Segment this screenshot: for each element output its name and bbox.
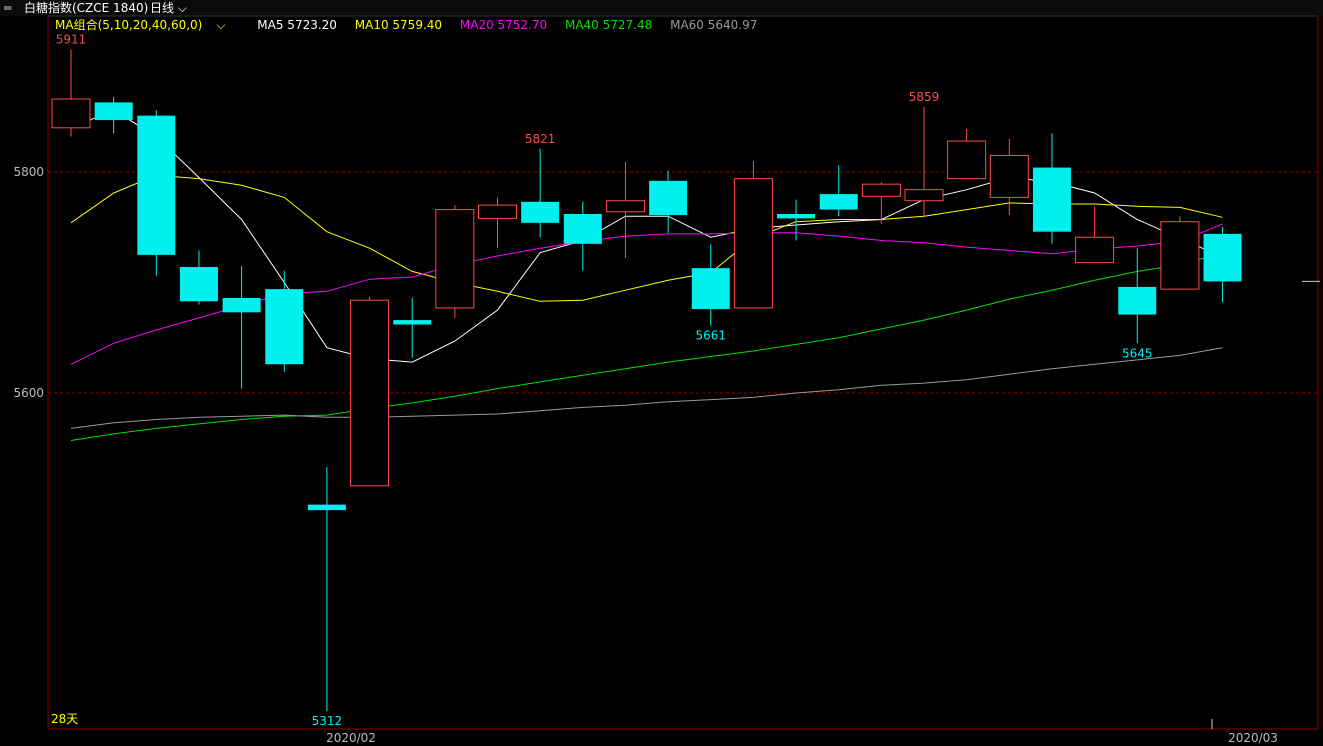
candle-body [393, 320, 432, 325]
candle-body [1203, 233, 1242, 282]
candle [649, 170, 688, 233]
candle-body [1118, 286, 1157, 315]
candle-body [649, 180, 688, 216]
candle-body [265, 289, 304, 365]
candle-body [989, 154, 1029, 198]
candle-body [605, 200, 645, 213]
candlestick-chart[interactable]: 5800 5600 2020/02 2020/03 28天 5911 5312 5821 566… [0, 0, 1323, 746]
candle [605, 162, 645, 259]
annotation-low: 5645 [1122, 346, 1153, 360]
candle-body [350, 299, 390, 487]
candle-body [819, 194, 858, 210]
annotation-low: 5312 [312, 714, 343, 728]
candle-body [861, 183, 901, 197]
days-label: 28天 [51, 712, 78, 726]
candle [265, 270, 304, 373]
candle-body [1032, 167, 1071, 232]
candle [435, 205, 475, 318]
candle [94, 96, 133, 134]
candle-body [435, 209, 475, 309]
candle [563, 201, 602, 271]
candle-body [137, 115, 176, 255]
candle-body [521, 201, 560, 223]
candle [1032, 133, 1071, 244]
y-tick-label: 5600 [13, 386, 44, 400]
candle [350, 296, 390, 487]
ma-line-ma5 [70, 109, 1223, 363]
ma-line-ma60 [70, 347, 1223, 429]
candle-body [947, 140, 987, 180]
candle [478, 197, 517, 249]
candle [393, 297, 432, 358]
candle-body [904, 189, 944, 202]
candle [1118, 248, 1157, 344]
candle-body [478, 204, 517, 219]
ma-line-ma40 [70, 252, 1223, 441]
annotation-high: 5859 [909, 90, 940, 104]
annotation-high: 5821 [525, 132, 556, 146]
candle-body [563, 213, 602, 244]
y-tick-label: 5800 [13, 165, 44, 179]
candle [307, 467, 346, 712]
candle [179, 250, 218, 305]
x-tick-label: 2020/02 [326, 731, 376, 745]
candle [904, 106, 944, 218]
candle [777, 199, 816, 241]
x-tick-label: 2020/03 [1228, 731, 1278, 745]
candle-body [777, 213, 816, 219]
candle-body [51, 98, 91, 129]
candle-body [307, 504, 346, 511]
candle [521, 148, 560, 238]
candle [137, 110, 176, 276]
candle [51, 49, 91, 137]
candle-body [691, 268, 730, 310]
candle-body [94, 102, 133, 121]
candle-body [179, 267, 218, 302]
candle [1203, 227, 1242, 303]
candle [691, 243, 730, 326]
candle [222, 265, 261, 389]
ma-line-ma20 [70, 223, 1223, 365]
candle [1075, 206, 1115, 264]
candle [861, 181, 901, 224]
candle-body [1075, 236, 1115, 264]
candle-body [222, 297, 261, 313]
annotation-high: 5911 [56, 32, 87, 46]
candle [947, 128, 987, 180]
candle [1160, 216, 1200, 290]
candle [733, 160, 773, 309]
candle-body [733, 178, 773, 309]
annotation-low: 5661 [695, 329, 726, 343]
candle [819, 165, 858, 217]
candle-body [1160, 221, 1200, 290]
